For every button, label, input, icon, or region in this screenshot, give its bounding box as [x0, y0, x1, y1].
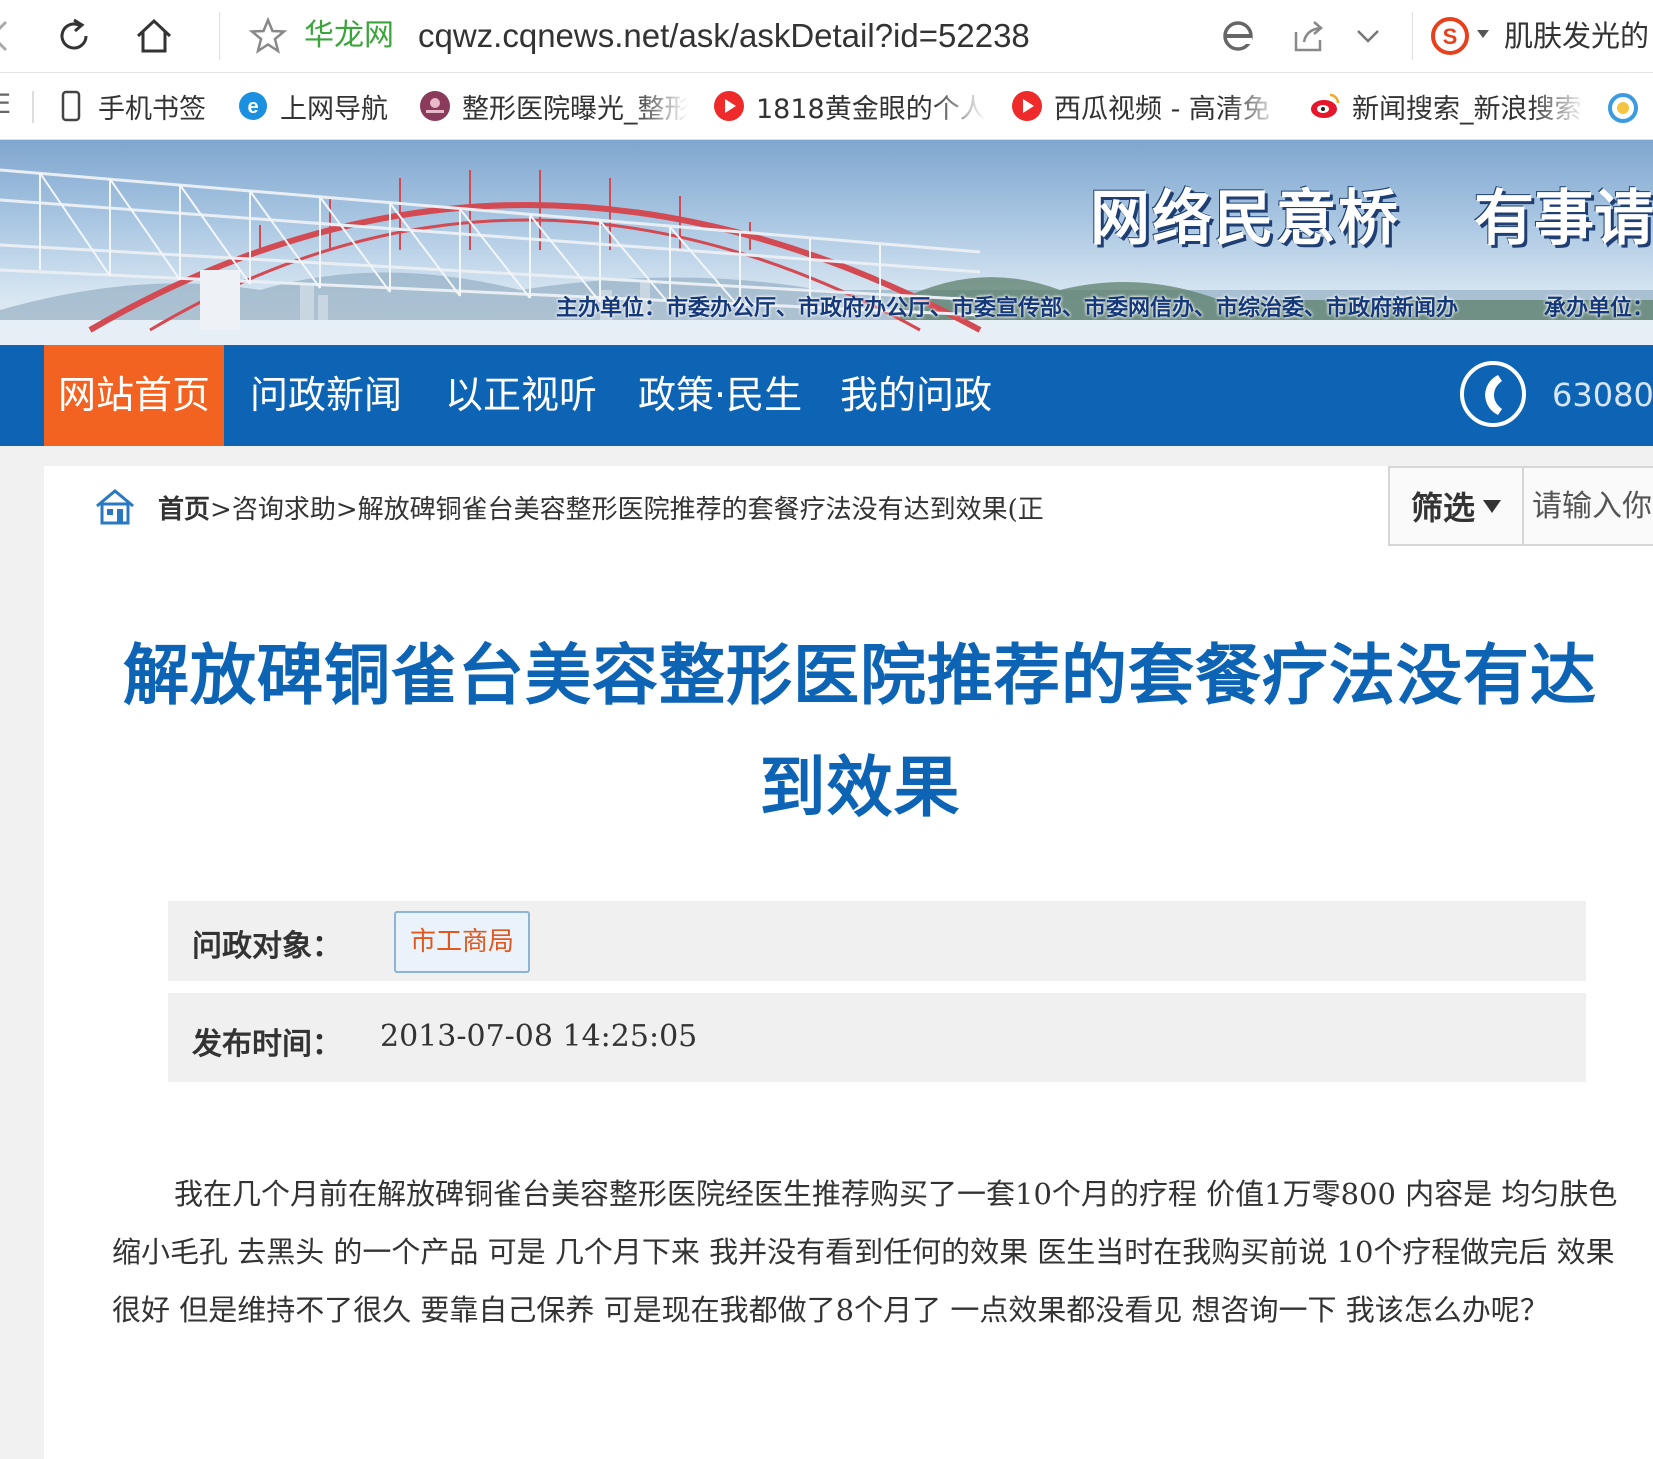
search-suggestion[interactable]: 肌肤发光的	[1504, 14, 1649, 58]
nav-item-my-questions[interactable]: 我的问政	[840, 345, 992, 446]
breadcrumb: 首页>咨询求助>解放碑铜雀台美容整形医院推荐的套餐疗法没有达到效果(正	[158, 489, 1044, 526]
search-engine-dropdown-icon[interactable]	[1477, 30, 1489, 38]
breadcrumb-current: 解放碑铜雀台美容整形医院推荐的套餐疗法没有达到效果(正	[357, 495, 1044, 525]
dropdown-triangle-icon	[1483, 499, 1501, 513]
bookmark-xigua[interactable]: 西瓜视频 - 高清免	[1010, 83, 1282, 129]
address-bar: 华龙网 cqwz.cqnews.net/ask/askDetail?id=522…	[0, 0, 1653, 73]
bookmark-nav[interactable]: e 上网导航	[236, 83, 388, 129]
filter-dropdown[interactable]: 筛选	[1390, 468, 1524, 544]
svg-text:e: e	[247, 96, 258, 118]
site-banner: 网络民意桥 有事请 主办单位：市委办公厅、市政府办公厅、市委宣传部、市委网信办、…	[0, 140, 1653, 345]
sogou-search-icon[interactable]: S	[1428, 14, 1472, 58]
banner-title: 网络民意桥	[1090, 184, 1400, 254]
toolbar-divider	[1412, 12, 1413, 60]
bookmark-label: 西瓜视频 - 高清免	[1054, 93, 1270, 125]
target-department-tag[interactable]: 市工商局	[394, 911, 531, 973]
bookmark-label: 整形医院曝光_整形	[462, 93, 692, 125]
extension-icon[interactable]	[1606, 91, 1640, 125]
video-play-icon	[1012, 91, 1042, 121]
chevron-down-icon[interactable]	[1346, 14, 1390, 58]
breadcrumb-category[interactable]: 咨询求助	[232, 495, 336, 525]
target-label: 问政对象：	[192, 929, 342, 964]
video-play-icon	[714, 91, 744, 121]
banner-slogan: 有事请	[1474, 184, 1653, 254]
hospital-logo-icon	[420, 91, 450, 121]
article-body: 我在几个月前在解放碑铜雀台美容整形医院经医生推荐购买了一套10个月的疗程 价值1…	[112, 1177, 1618, 1327]
bookmark-sina[interactable]: 新闻搜索_新浪搜索	[1308, 83, 1586, 129]
bookmark-label: 1818黄金眼的个人	[756, 93, 987, 125]
nav-item-news[interactable]: 问政新闻	[250, 345, 402, 446]
phone-icon	[1460, 361, 1526, 427]
toolbar-divider	[219, 12, 220, 60]
bookmark-label: 手机书签	[98, 93, 206, 125]
bookmark-star-icon[interactable]	[246, 14, 290, 58]
bookmark-label: 新闻搜索_新浪搜索	[1352, 93, 1582, 125]
ie-compat-icon[interactable]	[1216, 14, 1260, 58]
bookmark-1818[interactable]: 1818黄金眼的个人	[712, 83, 987, 129]
search-input[interactable]	[1526, 468, 1653, 544]
back-arrow-icon[interactable]	[0, 14, 22, 58]
reload-icon[interactable]	[52, 14, 96, 58]
publish-time-label: 发布时间：	[192, 1027, 342, 1062]
url-text[interactable]: cqwz.cqnews.net/ask/askDetail?id=52238	[418, 14, 1030, 58]
filter-label: 筛选	[1410, 489, 1475, 527]
ie-icon: e	[239, 92, 267, 120]
target-row: 问政对象： 市工商局	[168, 901, 1586, 981]
home-icon[interactable]	[132, 14, 176, 58]
article-title: 解放碑铜雀台美容整形医院推荐的套餐疗法没有达到效果	[123, 637, 1597, 826]
nav-item-policy[interactable]: 政策·民生	[638, 345, 802, 446]
banner-sponsor: 主办单位：市委办公厅、市政府办公厅、市委宣传部、市委网信办、市综治委、市政府新闻…	[556, 296, 1459, 321]
breadcrumb-separator: >	[210, 495, 232, 525]
bookmarks-divider	[32, 91, 34, 123]
bookmarks-bar: E 手机书签 e 上网导航 整形医院曝光_整形 1818黄金眼的个人 西瓜视频 …	[0, 73, 1653, 140]
bookmark-partial-text: E	[0, 89, 11, 120]
hotline-number: 630800	[1552, 376, 1653, 414]
bookmark-mobile[interactable]: 手机书签	[54, 83, 206, 129]
nav-item-clarify[interactable]: 以正视听	[445, 345, 597, 446]
home-icon[interactable]	[94, 486, 136, 526]
breadcrumb-separator: >	[335, 495, 358, 525]
breadcrumb-home[interactable]: 首页	[158, 495, 210, 525]
bookmark-label: 上网导航	[280, 93, 388, 125]
weibo-icon	[1311, 93, 1340, 118]
filter-search-box: 筛选	[1388, 466, 1653, 546]
svg-text:S: S	[1443, 24, 1458, 49]
main-nav: 网站首页 问政新闻 以正视听 政策·民生 我的问政 630800	[0, 345, 1653, 446]
publish-time-row: 发布时间： 2013-07-08 14:25:05	[168, 993, 1586, 1082]
publish-time-value: 2013-07-08 14:25:05	[380, 1019, 698, 1054]
banner-undertaker: 承办单位：	[1544, 296, 1653, 321]
nav-item-home[interactable]: 网站首页	[44, 345, 225, 446]
mobile-icon	[61, 90, 81, 122]
bookmark-hospital[interactable]: 整形医院曝光_整形	[418, 83, 692, 129]
share-icon[interactable]	[1286, 14, 1330, 58]
site-name: 华龙网	[304, 18, 394, 53]
